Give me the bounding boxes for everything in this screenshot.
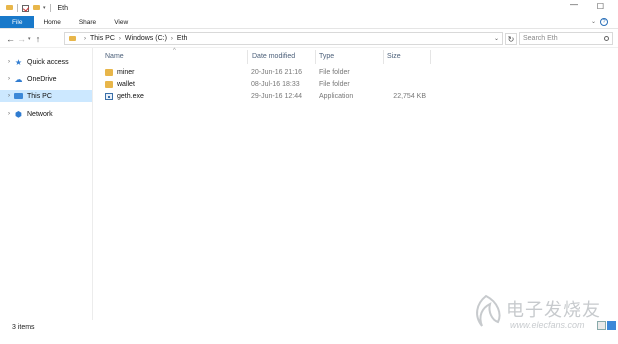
- tab-share[interactable]: Share: [70, 16, 105, 28]
- address-row: ← → ▾ ↑ › This PC › Windows (C:) › Eth ⌄…: [0, 30, 618, 48]
- refresh-button[interactable]: ↻: [505, 33, 517, 45]
- tab-home[interactable]: Home: [34, 16, 69, 28]
- refresh-icon: ↻: [507, 34, 515, 44]
- file-type: File folder: [319, 69, 350, 76]
- divider: [17, 4, 18, 12]
- sidebar-item-label: OneDrive: [27, 75, 57, 83]
- watermark-text: 电子发烧友: [506, 300, 601, 321]
- forward-arrow-icon[interactable]: →: [17, 34, 26, 44]
- sort-ascending-icon: ^: [173, 48, 176, 54]
- application-icon: [105, 93, 113, 100]
- file-date-modified: 08-Jul-16 18:33: [251, 81, 300, 88]
- column-divider[interactable]: [430, 50, 431, 64]
- address-bar[interactable]: › This PC › Windows (C:) › Eth ⌄: [64, 32, 503, 45]
- column-header-size[interactable]: Size: [387, 53, 401, 60]
- details-view-icon[interactable]: [597, 321, 606, 330]
- search-input[interactable]: Search Eth: [519, 32, 613, 45]
- breadcrumb-windows-c[interactable]: Windows (C:): [125, 35, 167, 42]
- column-headers: ^ Name Date modified Type Size: [100, 48, 435, 64]
- sidebar-item-quick-access[interactable]: › ★ Quick access: [0, 56, 92, 68]
- item-count: 3 items: [12, 323, 35, 331]
- file-date-modified: 20-Jun-16 21:16: [251, 69, 302, 76]
- column-header-date-modified[interactable]: Date modified: [252, 53, 295, 60]
- tab-view[interactable]: View: [105, 16, 137, 28]
- breadcrumb-eth[interactable]: Eth: [177, 35, 188, 42]
- folder-icon: [69, 36, 76, 41]
- minimize-button[interactable]: —: [570, 0, 578, 9]
- recent-locations-chevron-icon[interactable]: ▾: [28, 36, 31, 42]
- column-header-type[interactable]: Type: [319, 53, 334, 60]
- file-name: miner: [117, 69, 135, 76]
- quick-access-toolbar-dropdown-icon[interactable]: ▾: [43, 5, 46, 11]
- file-type: Application: [319, 93, 354, 100]
- window-title: Eth: [57, 4, 69, 12]
- star-icon: ★: [14, 57, 23, 67]
- sidebar-item-label: This PC: [27, 92, 52, 100]
- column-divider[interactable]: [315, 50, 316, 64]
- file-date-modified: 29-Jun-16 12:44: [251, 93, 302, 100]
- expand-chevron-icon[interactable]: ›: [4, 59, 14, 65]
- maximize-button[interactable]: ☐: [597, 2, 604, 11]
- file-row-wallet[interactable]: wallet 08-Jul-16 18:33 File folder: [103, 79, 433, 91]
- expand-chevron-icon[interactable]: ›: [4, 111, 14, 117]
- large-icons-view-icon[interactable]: [607, 321, 616, 330]
- ribbon-tabs: File Home Share View ⌄ ?: [0, 16, 618, 29]
- status-bar: 3 items: [0, 320, 618, 334]
- expand-ribbon-icon[interactable]: ⌄: [591, 18, 596, 25]
- network-icon: ⬢: [15, 109, 22, 119]
- column-header-name[interactable]: Name: [105, 53, 124, 60]
- chevron-right-icon[interactable]: ›: [119, 36, 121, 42]
- file-row-miner[interactable]: miner 20-Jun-16 21:16 File folder: [103, 67, 433, 79]
- tab-file[interactable]: File: [0, 16, 35, 28]
- folder-icon: [6, 5, 13, 11]
- search-icon: [604, 36, 609, 41]
- folder-icon: [105, 69, 113, 76]
- new-folder-icon[interactable]: [33, 5, 40, 11]
- expand-chevron-icon[interactable]: ›: [4, 76, 14, 82]
- file-name: wallet: [117, 81, 135, 88]
- sidebar-item-label: Quick access: [27, 58, 69, 66]
- navigation-pane: › ★ Quick access › ☁ OneDrive › This PC …: [0, 48, 93, 320]
- properties-icon[interactable]: [22, 4, 29, 12]
- up-arrow-icon[interactable]: ↑: [34, 34, 43, 44]
- chevron-right-icon[interactable]: ›: [84, 36, 86, 42]
- address-dropdown-icon[interactable]: ⌄: [494, 35, 499, 42]
- chevron-right-icon[interactable]: ›: [171, 36, 173, 42]
- column-divider[interactable]: [383, 50, 384, 64]
- sidebar-item-onedrive[interactable]: › ☁ OneDrive: [0, 73, 92, 85]
- breadcrumb-this-pc[interactable]: This PC: [90, 35, 115, 42]
- title-bar: ▾ Eth — ☐: [0, 0, 618, 16]
- divider: [49, 4, 51, 12]
- sidebar-item-network[interactable]: › ⬢ Network: [0, 108, 92, 120]
- folder-icon: [105, 81, 113, 88]
- back-arrow-icon[interactable]: ←: [6, 34, 15, 44]
- computer-icon: [14, 92, 23, 100]
- cloud-icon: ☁: [14, 74, 23, 84]
- column-divider[interactable]: [247, 50, 248, 64]
- sidebar-item-this-pc[interactable]: › This PC: [0, 90, 92, 102]
- file-row-geth-exe[interactable]: geth.exe 29-Jun-16 12:44 Application 22,…: [103, 91, 433, 103]
- expand-chevron-icon[interactable]: ›: [4, 93, 14, 99]
- file-type: File folder: [319, 81, 350, 88]
- sidebar-item-label: Network: [27, 110, 53, 118]
- help-icon[interactable]: ?: [600, 18, 608, 26]
- file-size: 22,754 KB: [393, 93, 426, 100]
- search-placeholder: Search Eth: [523, 35, 558, 42]
- file-name: geth.exe: [117, 93, 144, 100]
